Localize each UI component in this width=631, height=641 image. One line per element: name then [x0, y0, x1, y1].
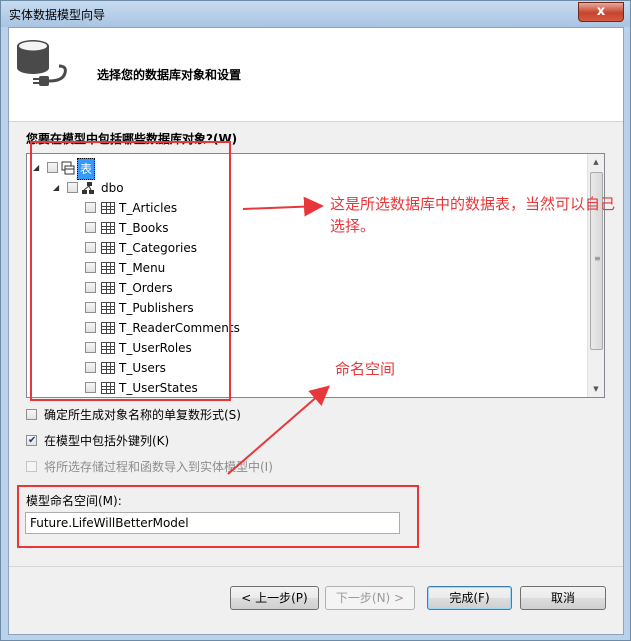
- annotation-arrows: [227, 196, 331, 475]
- namespace-arrow: [227, 385, 331, 475]
- tables-arrow: [242, 196, 324, 217]
